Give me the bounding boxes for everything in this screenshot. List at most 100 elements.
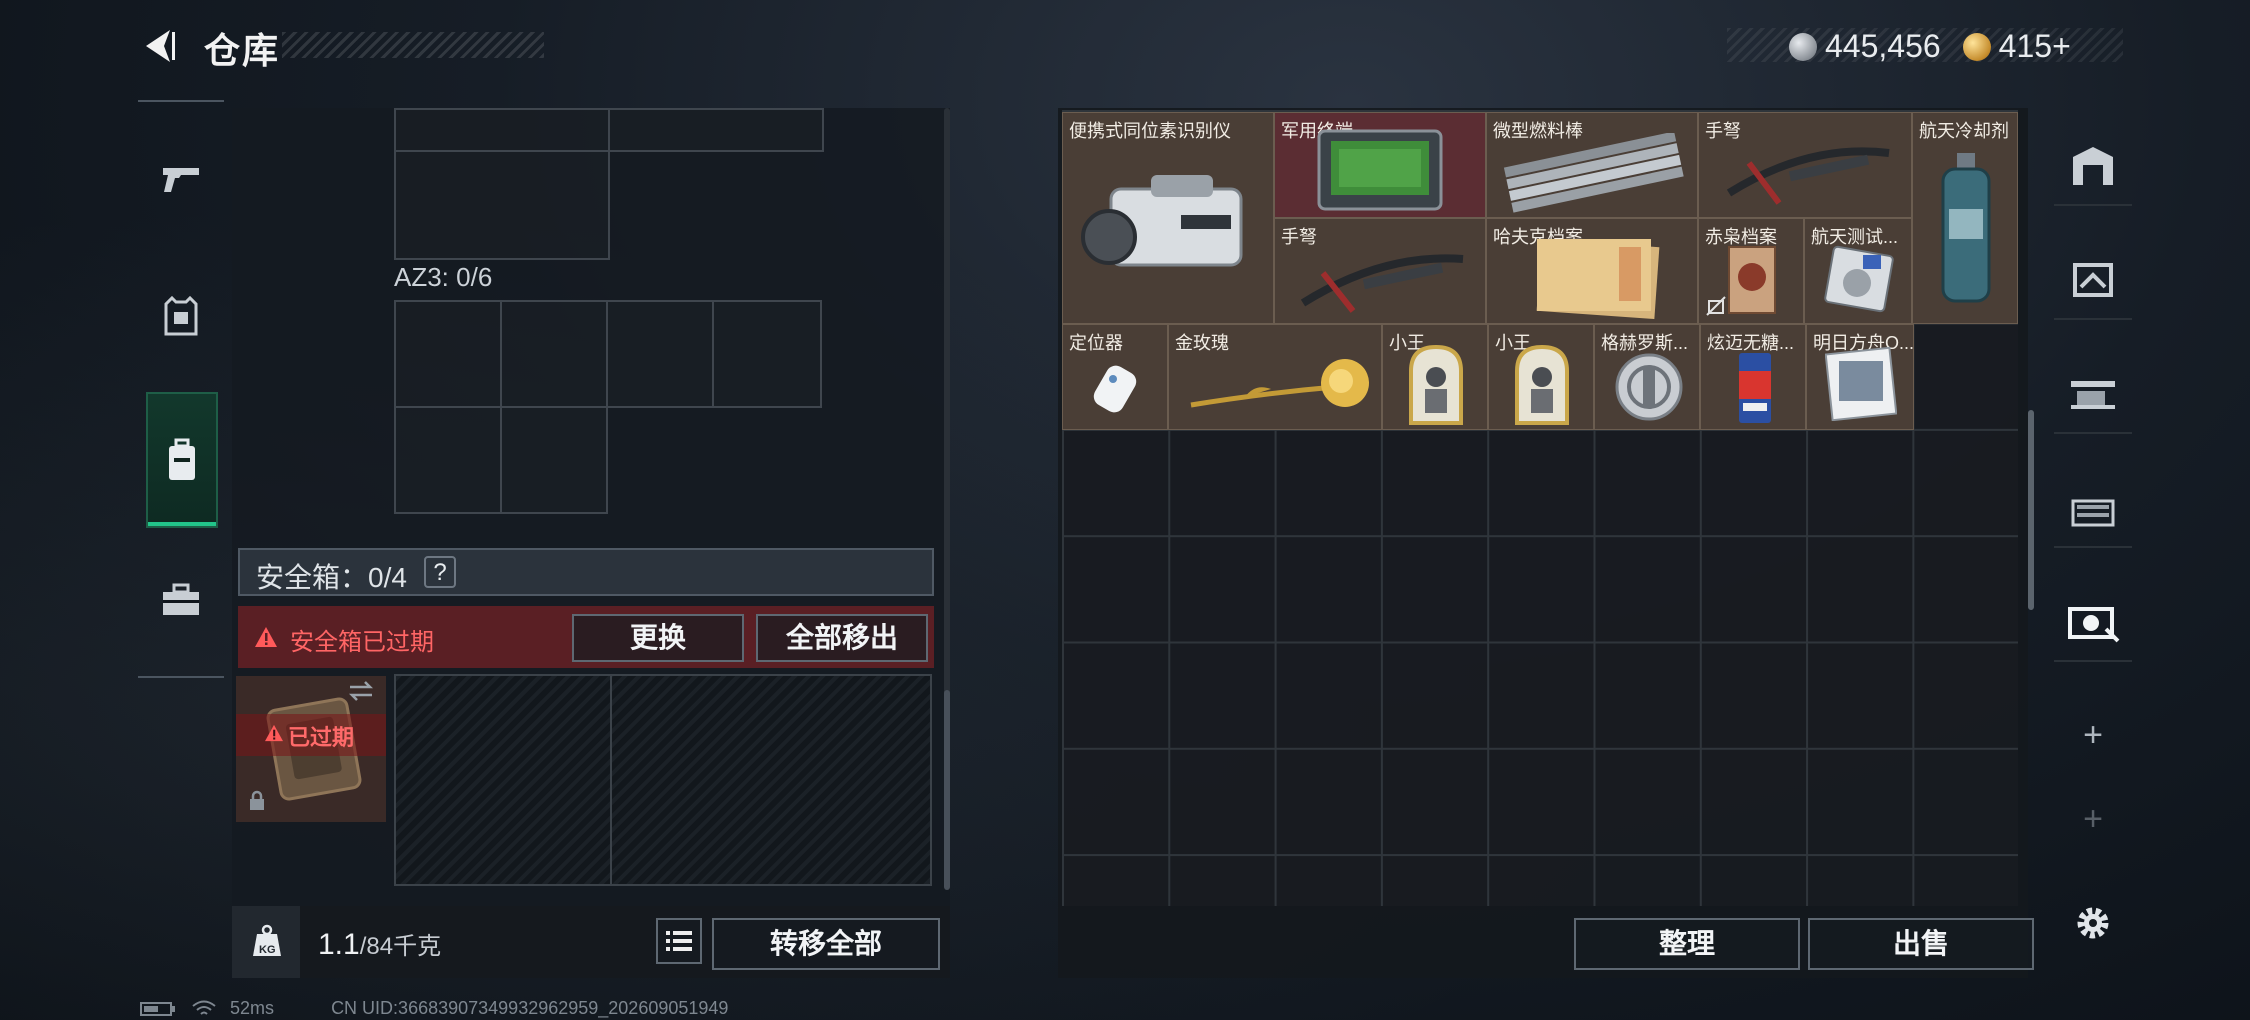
lock-icon xyxy=(250,790,264,810)
sell-button[interactable]: 出售 xyxy=(1808,918,2034,970)
nav-toolbox[interactable] xyxy=(138,552,224,648)
item-aerospace-coolant[interactable]: 航天冷却剂 xyxy=(1912,112,2018,324)
isotope-detector-icon xyxy=(1081,175,1243,267)
badge-card-icon xyxy=(1409,344,1463,425)
gum-pack-icon xyxy=(1739,353,1771,423)
fuel-rod-icon xyxy=(1503,133,1684,213)
item-gehoros[interactable]: 格赫罗斯... xyxy=(1594,324,1700,430)
list-view-button[interactable] xyxy=(656,918,702,964)
safebox-help-button[interactable]: ? xyxy=(424,556,456,588)
shelf-3-icon xyxy=(2071,381,2115,409)
equipment-category-nav xyxy=(138,100,224,678)
storage-scrollbar[interactable] xyxy=(2028,410,2034,610)
slot-expired-label: 已过期 xyxy=(288,725,355,750)
status-bar: 52ms CN UID:36683907349932962959_2026090… xyxy=(140,998,728,1019)
list-icon xyxy=(666,931,692,951)
nav-pistol[interactable] xyxy=(138,132,224,228)
nav-shelf-active[interactable] xyxy=(2054,582,2132,662)
nav-armor[interactable] xyxy=(138,268,224,364)
sort-button[interactable]: 整理 xyxy=(1574,918,1800,970)
battery-icon xyxy=(140,1002,175,1017)
item-arknights[interactable]: 明日方舟O... xyxy=(1806,324,1914,430)
item-xiaowang[interactable]: 小王 xyxy=(1382,324,1488,430)
settings-button[interactable] xyxy=(2054,884,2132,962)
item-aerospace-test[interactable]: 航天测试... xyxy=(1804,218,1912,324)
nav-shelf-4[interactable] xyxy=(2054,468,2132,548)
nav-warehouse[interactable] xyxy=(2054,126,2132,206)
az3-slot[interactable] xyxy=(500,300,608,408)
archive-card-icon xyxy=(1728,246,1776,314)
badge-card-icon xyxy=(1515,344,1569,425)
loadout-scroll-thumb[interactable] xyxy=(944,690,950,890)
az3-slot[interactable] xyxy=(606,300,714,408)
item-hand-crossbow[interactable]: 手弩 xyxy=(1698,112,1912,218)
gold-coin-icon xyxy=(1962,32,1991,61)
item-haavk-archive[interactable]: 哈夫克档案 xyxy=(1486,218,1698,324)
item-xiaowang[interactable]: 小王 xyxy=(1488,324,1594,430)
swap-icon[interactable] xyxy=(348,680,374,702)
currency-bar: 445,456 415+ xyxy=(1727,28,2123,64)
remove-all-button[interactable]: 全部移出 xyxy=(756,614,928,662)
item-micro-fuel-rod[interactable]: 微型燃料棒 xyxy=(1486,112,1698,218)
nav-shelf-3[interactable] xyxy=(2054,354,2132,434)
shelf-4-icon xyxy=(2071,499,2115,527)
warehouse-icon xyxy=(2073,147,2113,185)
replace-button[interactable]: 更换 xyxy=(572,614,744,662)
back-button[interactable] xyxy=(140,26,176,66)
shelf-1-icon xyxy=(2073,263,2113,297)
backpack-slot[interactable] xyxy=(608,108,824,152)
pistol-icon xyxy=(163,168,199,192)
carry-weight-capacity: /84千克 xyxy=(359,933,442,960)
backpack-icon xyxy=(169,438,195,480)
add-page-button[interactable]: + xyxy=(2054,696,2132,774)
wifi-icon xyxy=(192,1000,216,1015)
backpack-slot[interactable] xyxy=(394,150,610,260)
az3-slot[interactable] xyxy=(394,406,502,514)
locator-tag-icon xyxy=(1093,365,1137,413)
page-title: 仓库 xyxy=(204,30,281,71)
transfer-all-button[interactable]: 转移全部 xyxy=(712,918,940,970)
item-label: 定位器 xyxy=(1069,333,1123,353)
safebox-slot[interactable]: 已过期 xyxy=(236,676,386,822)
item-golden-rose[interactable]: 金玫瑰 xyxy=(1168,324,1382,430)
item-isotope-detector[interactable]: 便携式同位素识别仪 xyxy=(1062,112,1274,324)
safebox-capacity-label: 安全箱：0/4 xyxy=(256,562,407,593)
az3-capacity-label: AZ3: 0/6 xyxy=(394,262,493,292)
title-decoration xyxy=(282,32,544,58)
silver-emblem-icon xyxy=(1615,353,1683,421)
az3-slot[interactable] xyxy=(394,300,502,408)
item-military-terminal[interactable]: 军用终端 xyxy=(1274,112,1486,218)
nav-shelf-1[interactable] xyxy=(2054,240,2132,320)
gear-icon xyxy=(2077,907,2109,939)
plus-icon: + xyxy=(2083,799,2103,838)
gold-balance[interactable]: 415+ xyxy=(1999,28,2071,64)
warning-icon xyxy=(265,724,283,742)
storage-page-nav: + + xyxy=(2040,100,2146,960)
item-chixiao-archive[interactable]: 赤枭档案 xyxy=(1698,218,1804,324)
item-hand-crossbow[interactable]: 手弩 xyxy=(1274,218,1486,324)
safebox-storage-area[interactable] xyxy=(394,674,932,886)
user-uid: CN UID:36683907349932962959_202609051949 xyxy=(331,998,729,1018)
crossbow-icon xyxy=(1726,147,1890,205)
item-locator[interactable]: 定位器 xyxy=(1062,324,1168,430)
arknights-card-icon xyxy=(1825,347,1897,421)
ping-value: 52ms xyxy=(230,998,275,1018)
backpack-slot[interactable] xyxy=(394,108,610,152)
back-arrow-icon xyxy=(146,30,175,62)
hidden-icon xyxy=(1706,296,1726,316)
document-folder-icon xyxy=(1536,238,1660,319)
nav-backpack[interactable] xyxy=(146,392,218,528)
armor-icon xyxy=(164,296,198,336)
item-label: 航天冷却剂 xyxy=(1919,121,2009,141)
item-label: 便携式同位素识别仪 xyxy=(1069,121,1231,141)
shelf-active-icon xyxy=(2068,607,2120,643)
golden-rose-icon xyxy=(1190,359,1369,408)
az3-slot[interactable] xyxy=(712,300,822,408)
item-stride-gum[interactable]: 炫迈无糖... xyxy=(1700,324,1806,430)
carry-weight-value: 1.1 xyxy=(318,928,360,961)
toolbox-icon xyxy=(163,583,199,615)
weight-icon-box: KG xyxy=(232,906,300,978)
weight-icon-text: KG xyxy=(259,944,276,956)
az3-slot[interactable] xyxy=(500,406,608,514)
silver-balance: 445,456 xyxy=(1825,28,1941,64)
